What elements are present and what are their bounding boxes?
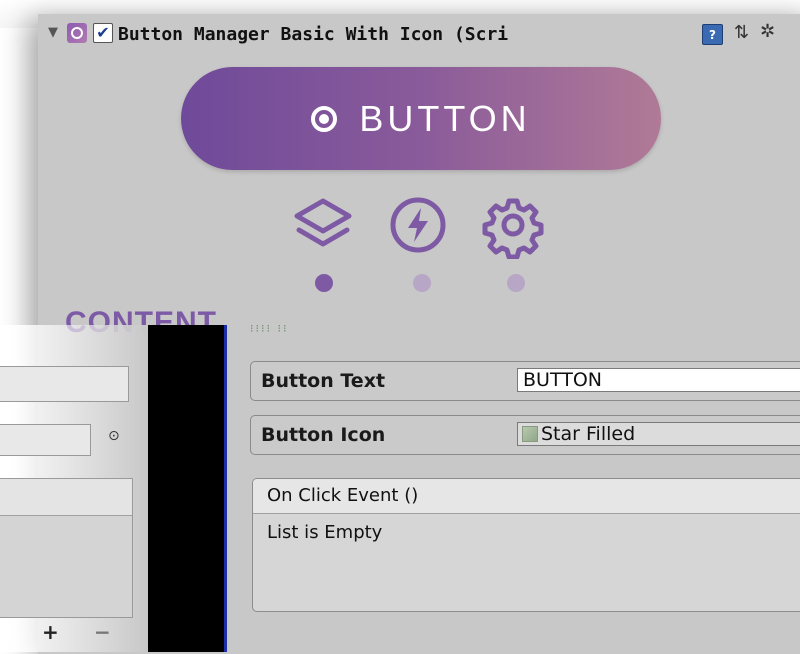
- component-enabled-checkbox[interactable]: ✔: [93, 23, 113, 43]
- button-icon-object-field[interactable]: Star Filled: [517, 422, 800, 446]
- ghost-text-field[interactable]: [0, 366, 129, 402]
- tab-indicator-events: [413, 274, 431, 292]
- add-listener-button[interactable]: +: [42, 620, 59, 644]
- button-icon-row: Button Icon Star Filled: [250, 415, 800, 455]
- preview-button: BUTTON: [181, 67, 661, 170]
- foldout-arrow-icon[interactable]: ▼: [48, 25, 58, 40]
- tab-indicator-settings: [507, 274, 525, 292]
- tab-indicator-content: [315, 274, 333, 292]
- tab-content[interactable]: [291, 195, 355, 259]
- gear-icon: [482, 198, 544, 260]
- ghost-object-field[interactable]: [0, 424, 91, 456]
- button-icon-label: Button Icon: [261, 424, 386, 446]
- event-list-empty-text: List is Empty: [267, 522, 383, 543]
- preview-button-label: BUTTON: [359, 97, 531, 139]
- divider-edge: [224, 325, 227, 652]
- on-click-event-list: On Click Event () List is Empty: [252, 478, 800, 612]
- object-picker-icon[interactable]: ⊙: [108, 428, 120, 444]
- button-icon-value: Star Filled: [541, 423, 636, 445]
- button-preview-icon: [311, 105, 338, 132]
- help-icon[interactable]: ?: [702, 24, 723, 45]
- lightning-icon: [390, 197, 446, 253]
- button-text-label: Button Text: [261, 370, 386, 392]
- ghost-event-list: [0, 478, 133, 618]
- button-text-row: Button Text BUTTON: [250, 361, 800, 401]
- sprite-icon: [522, 426, 538, 442]
- settings-gear-icon[interactable]: ✲: [760, 21, 775, 42]
- layers-icon: [294, 198, 352, 247]
- tab-events[interactable]: [386, 195, 450, 259]
- on-click-event-header: On Click Event (): [253, 479, 800, 514]
- black-divider: [148, 325, 226, 652]
- remove-listener-button[interactable]: −: [94, 620, 111, 644]
- button-text-input[interactable]: BUTTON: [517, 368, 800, 392]
- ghost-label: ⁝⁝⁝⁝ ⁝⁝: [250, 322, 289, 335]
- component-title: Button Manager Basic With Icon (Scri: [118, 24, 509, 45]
- tab-settings[interactable]: [481, 195, 545, 260]
- component-header: ▼ ✔ Button Manager Basic With Icon (Scri…: [38, 16, 800, 52]
- ghost-event-list-header: [0, 479, 132, 516]
- script-icon: [67, 23, 87, 43]
- preset-icon[interactable]: ⇅: [734, 22, 749, 43]
